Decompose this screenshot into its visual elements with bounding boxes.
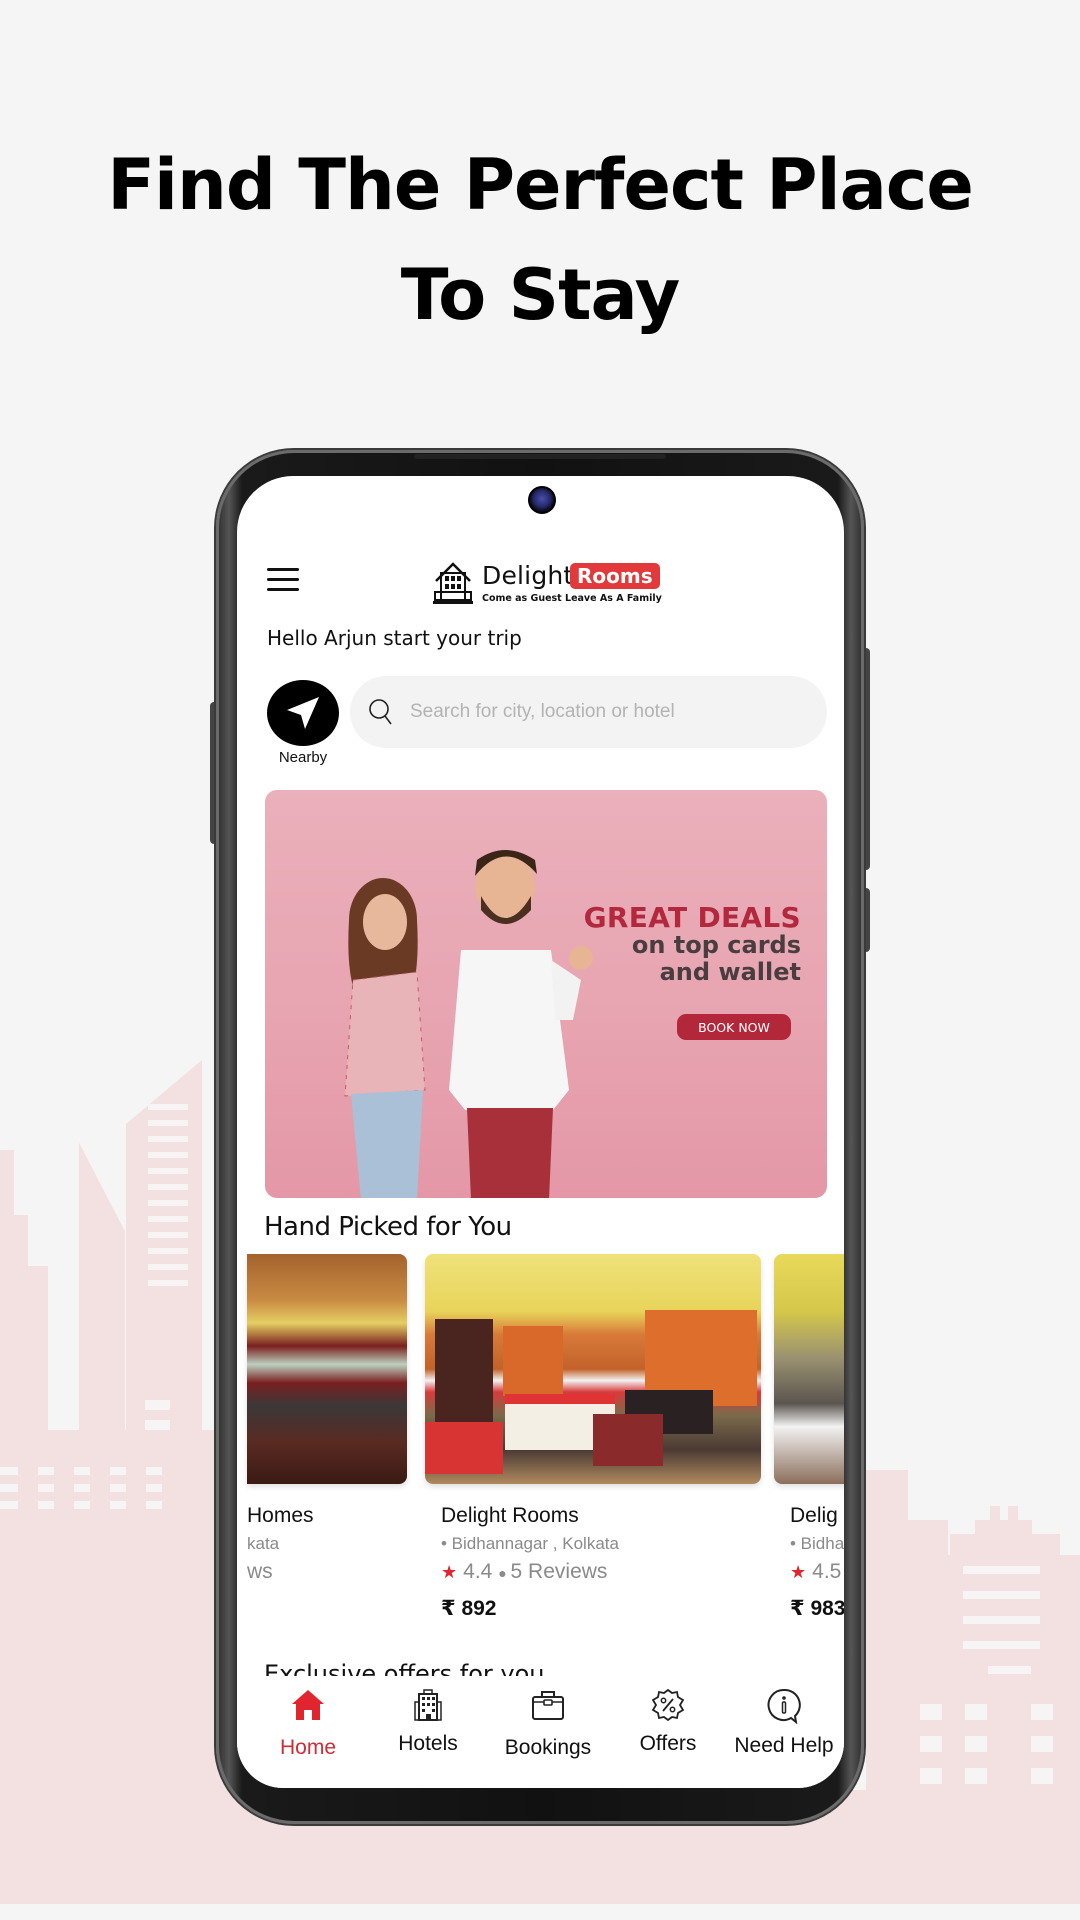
bottom-navigation: Home Hotels Bookings Offers Need Help [237, 1676, 844, 1788]
banner-title: GREAT DEALS [583, 901, 801, 934]
hotel-card-reviews: 5 Reviews [510, 1560, 608, 1583]
brand-logo: Delight Rooms Come as Guest Leave As A F… [432, 561, 662, 607]
greeting-text: Hello Arjun start your trip [267, 626, 522, 650]
curtain [503, 1326, 563, 1396]
nav-offers[interactable]: Offers [613, 1688, 723, 1756]
hotel-card-image [774, 1254, 844, 1484]
star-icon: ★ [790, 1562, 807, 1582]
hotel-card-location: • Bidha [790, 1534, 844, 1553]
wardrobe [435, 1319, 493, 1429]
brand-name-primary: Delight [482, 561, 574, 590]
phone-speaker [414, 454, 666, 459]
hotel-card-rating-value: 4.5 [812, 1560, 842, 1583]
building-icon [414, 1689, 442, 1721]
banner-people-illustration [344, 850, 593, 1198]
nav-hotels-label: Hotels [398, 1732, 458, 1755]
nav-home[interactable]: Home [253, 1688, 363, 1760]
hand-picked-carousel[interactable]: Homes kata ws Delight Rooms • Bidhannaga… [237, 1254, 844, 1674]
hotel-card-location: kata [247, 1534, 280, 1553]
briefcase-icon [532, 1691, 564, 1720]
hotel-card-price: ₹ 892 [441, 1597, 497, 1620]
search-bar[interactable] [350, 676, 827, 748]
hotel-card-rating: ★ 4.5 [790, 1560, 841, 1584]
nav-need-help[interactable]: Need Help [729, 1688, 839, 1758]
nav-bookings-label: Bookings [504, 1736, 592, 1759]
headline-line-2: To Stay [400, 254, 681, 336]
phone-screen: Delight Rooms Come as Guest Leave As A F… [237, 476, 844, 1788]
nav-hotels[interactable]: Hotels [373, 1688, 483, 1756]
table [593, 1414, 663, 1466]
nearby-label: Nearby [278, 749, 328, 766]
banner-subtitle-line-1: on top cards [631, 931, 801, 959]
promo-headline: Find The Perfect Place To Stay [0, 130, 1080, 350]
hotel-card-rating-value: 4.4 [463, 1560, 493, 1583]
hamburger-icon-line [267, 578, 299, 581]
hotel-card-price: ₹ 983 [790, 1597, 844, 1620]
brand-tagline: Come as Guest Leave As A Family [482, 593, 662, 604]
star-icon: ★ [441, 1562, 458, 1582]
rating-separator: ● [498, 1565, 511, 1581]
info-chat-icon [767, 1688, 801, 1724]
nav-home-label: Home [279, 1736, 337, 1759]
hotel-card-image [425, 1254, 761, 1484]
exclusive-offers-title: Exclusive offers for you [264, 1660, 545, 1676]
search-icon [369, 699, 392, 725]
hotel-card-name: Delig [790, 1504, 838, 1527]
side-table [425, 1422, 503, 1474]
hotel-card-rating: ★ 4.4 ● 5 Reviews [441, 1560, 607, 1584]
home-icon [292, 1690, 324, 1720]
nearby-circle [267, 680, 339, 746]
book-now-button[interactable]: BOOK NOW [677, 1014, 791, 1040]
headline-line-1: Find The Perfect Place [107, 144, 974, 226]
banner-subtitle-line-2: and wallet [659, 958, 801, 986]
hotel-card-name: Delight Rooms [441, 1504, 579, 1527]
search-input[interactable] [410, 701, 790, 723]
hotel-card-rating: ws [247, 1560, 273, 1583]
hand-picked-title: Hand Picked for You [264, 1212, 512, 1242]
nav-need-help-label: Need Help [734, 1734, 834, 1757]
menu-button[interactable] [267, 568, 299, 592]
banner-subtitle: on top cards and wallet [632, 932, 801, 986]
hotel-card-location: • Bidhannagar , Kolkata [441, 1534, 619, 1553]
discount-badge-icon [651, 1688, 685, 1722]
promo-banner[interactable]: GREAT DEALS on top cards and wallet BOOK… [265, 790, 827, 1198]
nav-offers-label: Offers [639, 1732, 697, 1755]
navigation-arrow-icon [287, 697, 319, 729]
house-logo-icon [433, 562, 473, 604]
hamburger-icon-line [267, 588, 299, 591]
nearby-button[interactable]: Nearby [267, 680, 339, 766]
hamburger-icon [267, 568, 299, 571]
nav-bookings[interactable]: Bookings [493, 1688, 603, 1760]
front-camera [528, 486, 556, 514]
hotel-card-name: Homes [247, 1504, 314, 1527]
brand-name-secondary: Rooms [570, 563, 660, 589]
hotel-card-image [247, 1254, 407, 1484]
